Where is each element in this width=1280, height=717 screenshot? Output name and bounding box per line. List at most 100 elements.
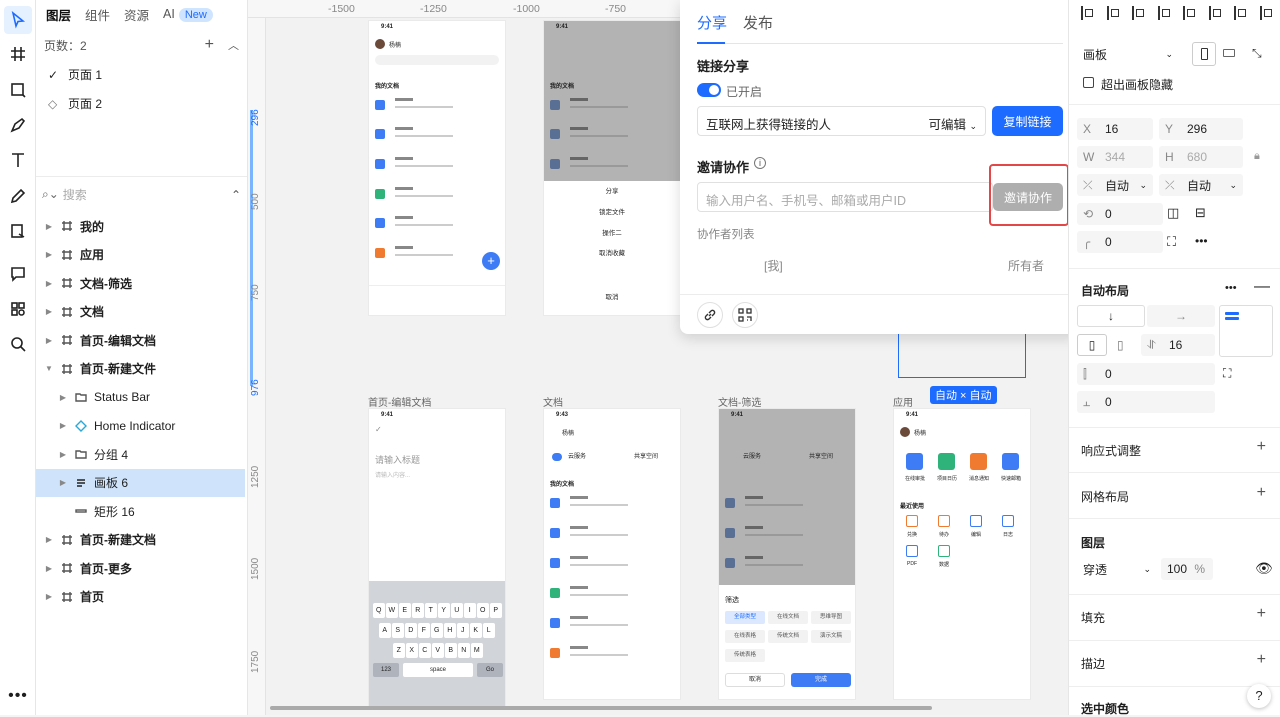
h-mode-select[interactable]: ⤫ 自动 ⌄ — [1159, 174, 1243, 196]
eye-icon[interactable]: 👁︎ — [1255, 560, 1273, 577]
sizing-button[interactable]: ▯ — [1077, 334, 1107, 356]
landscape-icon[interactable] — [1223, 49, 1235, 57]
page-item-1[interactable]: ✓ 页面 1 — [48, 66, 102, 83]
text-tool[interactable] — [4, 146, 32, 174]
h-field[interactable]: H 680 — [1159, 146, 1243, 168]
move-tool[interactable] — [4, 6, 32, 34]
tab-assets[interactable]: 资源 — [124, 5, 149, 24]
frame-apps[interactable]: 9:41 杨楠 在线审批 项目日历 消息通知 快速邮箱 最近使用 兑换 待办 编辑 日志 PD… — [893, 408, 1031, 700]
search-tool[interactable] — [4, 330, 32, 358]
collapse-icon[interactable]: ︿ — [228, 37, 239, 53]
sizing-alt-icon[interactable]: ▯ — [1117, 338, 1124, 352]
flip-v-icon[interactable]: ⊟ — [1195, 205, 1206, 221]
grid-add-icon[interactable]: + — [1257, 484, 1266, 502]
responsive-add-icon[interactable]: + — [1257, 438, 1266, 456]
align-icon[interactable] — [1157, 6, 1172, 20]
expand-arrow-icon[interactable]: ▶ — [44, 222, 54, 231]
frame-title[interactable]: 文档-筛选 — [718, 394, 761, 409]
fit-icon[interactable]: ⤡ — [1252, 46, 1262, 61]
layer-item[interactable]: ▶ 首页-编辑文档 — [36, 326, 245, 354]
fill-add-icon[interactable]: + — [1257, 605, 1266, 623]
link-scope-select[interactable]: 互联网上获得链接的人 可编辑 ⌄ — [697, 106, 986, 136]
tab-ai[interactable]: AI New — [163, 7, 213, 22]
frame-tool[interactable] — [4, 40, 32, 68]
expand-arrow-icon[interactable]: ▶ — [58, 421, 68, 430]
more-tools[interactable]: ••• — [4, 682, 32, 710]
tab-components[interactable]: 组件 — [85, 5, 110, 24]
expand-arrow-icon[interactable]: ▼ — [44, 364, 54, 373]
expand-arrow-icon[interactable]: ▶ — [44, 592, 54, 601]
clip-checkbox[interactable] — [1083, 77, 1094, 88]
lock-icon[interactable]: 🔒︎ — [1254, 150, 1260, 163]
frame-title[interactable]: 应用 — [893, 394, 913, 409]
align-icon[interactable] — [1208, 6, 1223, 20]
layer-item[interactable]: ▶ 应用 — [36, 241, 245, 269]
layer-item[interactable]: ▶ 我的 — [36, 212, 245, 240]
page-item-2[interactable]: ◇ 页面 2 — [48, 95, 102, 112]
rectangle-tool[interactable] — [4, 76, 32, 104]
link-icon-button[interactable] — [697, 302, 723, 328]
opacity-field[interactable]: 100% — [1161, 558, 1213, 580]
expand-arrow-icon[interactable]: ▶ — [44, 307, 54, 316]
info-icon[interactable]: i — [754, 157, 766, 169]
pen-tool[interactable] — [4, 111, 32, 139]
layer-item[interactable]: ▼ 首页-新建文件 — [36, 355, 245, 383]
align-icon[interactable] — [1234, 6, 1248, 20]
layer-item[interactable]: ▶ 首页-新建文档 — [36, 526, 245, 554]
blend-select[interactable]: 穿透 ⌄ — [1077, 558, 1157, 580]
plugin-tool[interactable] — [4, 295, 32, 323]
tab-layers[interactable]: 图层 — [46, 5, 71, 24]
y-field[interactable]: Y 296 — [1159, 118, 1243, 140]
padding-expand-icon[interactable]: ⛶ — [1223, 366, 1231, 381]
frame-edit-doc[interactable]: 9:41 ✓ 请输入标题 请输入内容... QWERTYUIOP ASDFGHJK… — [368, 408, 506, 708]
corner-icon[interactable]: ⛶ — [1167, 234, 1176, 250]
auto-layout-remove-icon[interactable]: — — [1254, 278, 1270, 296]
x-field[interactable]: X 16 — [1077, 118, 1153, 140]
stroke-add-icon[interactable]: + — [1257, 651, 1266, 669]
layer-item[interactable]: ▶ 首页-更多 — [36, 554, 245, 582]
link-share-toggle[interactable] — [697, 83, 721, 97]
comment-tool[interactable] — [4, 260, 32, 288]
layer-item[interactable]: ▶ 首页 — [36, 583, 245, 611]
expand-arrow-icon[interactable]: ▶ — [58, 478, 68, 487]
frame-docs-filter[interactable]: 9:41 云服务 共享空间 筛选 全部类型 在线文档 思维导图 在线表格 传统文档 演示文… — [718, 408, 856, 700]
expand-arrow-icon[interactable]: ▶ — [44, 250, 54, 259]
copy-link-button[interactable]: 复制链接 — [992, 106, 1063, 136]
tab-publish[interactable]: 发布 — [743, 12, 773, 33]
align-icon[interactable] — [1259, 6, 1274, 20]
layer-item[interactable]: 矩形 16 — [36, 497, 245, 525]
gap-field[interactable]: ⥯ 16 — [1141, 334, 1215, 356]
align-icon[interactable] — [1106, 6, 1121, 20]
radius-field[interactable]: ╭ 0 — [1077, 231, 1163, 253]
layer-item[interactable]: ▶ 画板 6 — [36, 468, 245, 497]
horizontal-scrollbar[interactable] — [270, 706, 932, 710]
permission-select[interactable]: 可编辑 ⌄ — [928, 114, 977, 133]
expand-arrow-icon[interactable]: ▶ — [58, 393, 68, 402]
align-icon[interactable] — [1081, 6, 1095, 20]
frame-home-more[interactable]: 9:41 我的文档 分享 锁定文件 操作二 取消收藏 取消 — [543, 20, 681, 316]
tab-share[interactable]: 分享 — [697, 12, 727, 33]
component-tool[interactable] — [4, 217, 32, 245]
portrait-button[interactable] — [1192, 42, 1216, 66]
expand-arrow-icon[interactable]: ▶ — [44, 564, 54, 573]
frame-docs[interactable]: 9:43 杨楠 云服务 共享空间 我的文档 — [543, 408, 681, 700]
layer-item[interactable]: ▶ 文档-筛选 — [36, 269, 245, 297]
auto-layout-more-icon[interactable]: ••• — [1225, 282, 1237, 294]
flip-h-icon[interactable]: ◫ — [1167, 205, 1179, 221]
layer-search[interactable]: ⌕⌄ 搜索 ⌃ — [42, 186, 241, 203]
w-field[interactable]: W 344 — [1077, 146, 1153, 168]
expand-arrow-icon[interactable]: ▶ — [58, 450, 68, 459]
padding-h-field[interactable]: ⫿ 0 — [1077, 363, 1215, 385]
layer-item[interactable]: ▶ Status Bar — [36, 383, 245, 411]
help-button[interactable]: ? — [1247, 684, 1271, 708]
w-mode-select[interactable]: ⤫ 自动 ⌄ — [1077, 174, 1153, 196]
direction-vertical[interactable]: ↓ — [1077, 305, 1145, 327]
expand-arrow-icon[interactable]: ▶ — [44, 279, 54, 288]
expand-arrow-icon[interactable]: ▶ — [44, 535, 54, 544]
alignment-grid[interactable] — [1219, 305, 1273, 357]
direction-horizontal[interactable]: → — [1147, 305, 1215, 327]
layer-item[interactable]: ▶ 分组 4 — [36, 440, 245, 468]
frame-title[interactable]: 首页-编辑文档 — [368, 394, 431, 409]
layer-item[interactable]: ▶ Home Indicator — [36, 412, 245, 440]
add-page-icon[interactable]: + — [205, 36, 214, 54]
